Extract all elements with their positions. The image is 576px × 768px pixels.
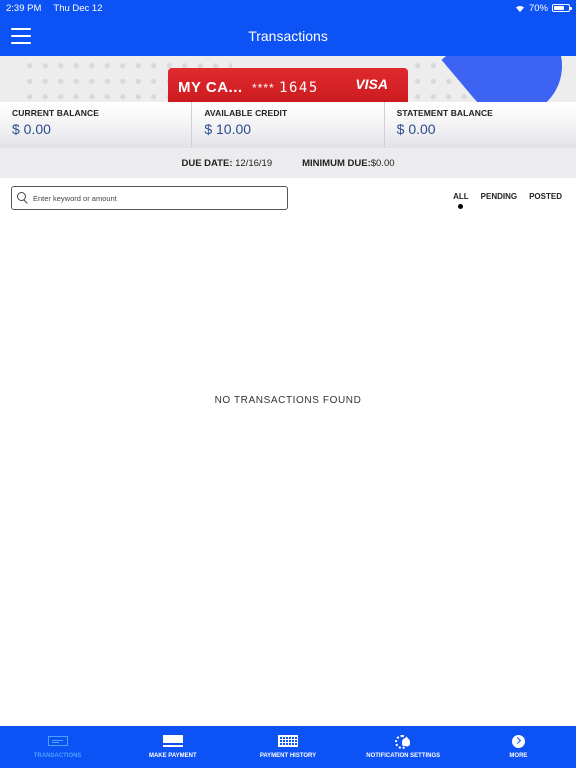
filter-label: POSTED	[529, 192, 562, 201]
statement-balance: STATEMENT BALANCE $ 0.00	[385, 102, 576, 148]
card-last4: 1645	[279, 80, 319, 96]
status-date: Thu Dec 12	[53, 2, 103, 14]
status-bar: 2:39 PM Thu Dec 12 70%	[0, 0, 576, 16]
card-mask: ****	[252, 81, 275, 95]
tab-label: PAYMENT HISTORY	[259, 753, 317, 759]
minimum-due-label: MINIMUM DUE:	[302, 157, 371, 169]
filter-label: PENDING	[480, 192, 518, 201]
transactions-icon	[47, 736, 68, 746]
selected-indicator	[458, 204, 464, 209]
due-date-label: DUE DATE:	[181, 157, 233, 169]
page-title: Transactions	[248, 28, 328, 44]
filter-pending[interactable]: PENDING	[481, 192, 517, 201]
tab-bar: TRANSACTIONS MAKE PAYMENT PAYMENT HISTOR…	[0, 726, 576, 768]
tab-transactions[interactable]: TRANSACTIONS	[0, 726, 115, 768]
tab-label: MAKE PAYMENT	[148, 753, 197, 759]
status-time: 2:39 PM	[6, 2, 42, 14]
transaction-filters: ALL PENDING POSTED	[453, 192, 562, 209]
search-box	[11, 186, 288, 210]
current-balance: CURRENT BALANCE $ 0.00	[0, 102, 193, 148]
empty-state-message: NO TRANSACTIONS FOUND	[214, 395, 362, 406]
tab-label: NOTIFICATION SETTINGS	[366, 753, 441, 759]
tab-more[interactable]: MORE	[461, 726, 576, 768]
nav-bar: Transactions	[0, 16, 576, 56]
filter-label: ALL	[453, 192, 469, 201]
balance-label: AVAILABLE CREDIT	[204, 108, 288, 118]
balance-value: $ 10.00	[204, 121, 252, 137]
minimum-due: MINIMUM DUE:$0.00	[302, 158, 394, 169]
battery-icon	[552, 4, 572, 12]
visa-logo: VISA	[355, 76, 388, 92]
card-number: **** 1645	[252, 80, 319, 96]
due-date-value: 12/16/19	[235, 157, 273, 169]
chevron-right-circle-icon	[511, 734, 525, 748]
notification-gear-icon	[395, 734, 411, 749]
balance-label: CURRENT BALANCE	[12, 108, 99, 118]
minimum-due-value: $0.00	[370, 157, 395, 169]
battery-fill	[554, 6, 564, 10]
balance-value: $ 0.00	[12, 121, 51, 137]
tab-label: MORE	[509, 753, 528, 759]
calendar-icon	[278, 735, 298, 747]
balance-value: $ 0.00	[396, 121, 436, 137]
filter-all[interactable]: ALL	[453, 192, 469, 209]
wifi-icon	[515, 4, 525, 12]
search-input[interactable]	[33, 193, 273, 203]
filter-posted[interactable]: POSTED	[529, 192, 562, 201]
available-credit: AVAILABLE CREDIT $ 10.00	[192, 102, 385, 148]
search-icon	[17, 192, 29, 204]
card-banner: MY CA... **** 1645 VISA	[0, 56, 576, 102]
card-name: MY CA...	[178, 79, 243, 96]
tab-notification-settings[interactable]: NOTIFICATION SETTINGS	[346, 726, 461, 768]
balance-label: STATEMENT BALANCE	[396, 108, 493, 118]
due-strip: DUE DATE: 12/16/19 MINIMUM DUE:$0.00	[0, 148, 576, 178]
battery-percent: 70%	[528, 2, 548, 14]
balances-panel: CURRENT BALANCE $ 0.00 AVAILABLE CREDIT …	[0, 102, 576, 148]
card-payment-icon	[162, 735, 183, 747]
due-date: DUE DATE: 12/16/19	[181, 158, 272, 169]
tab-payment-history[interactable]: PAYMENT HISTORY	[230, 726, 345, 768]
tab-label: TRANSACTIONS	[33, 753, 82, 759]
credit-card[interactable]: MY CA... **** 1645 VISA	[168, 68, 408, 102]
tab-make-payment[interactable]: MAKE PAYMENT	[115, 726, 230, 768]
